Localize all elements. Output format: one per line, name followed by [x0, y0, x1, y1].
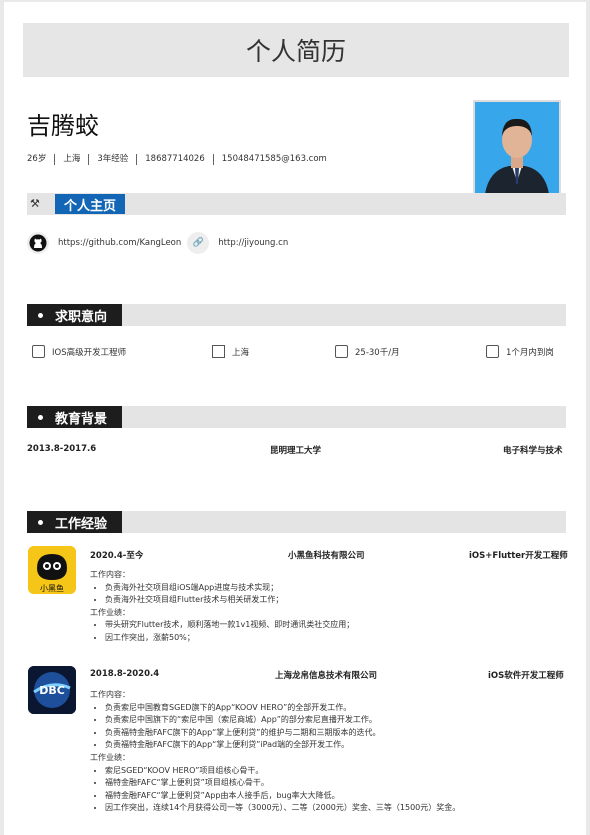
salary-icon	[335, 345, 348, 358]
svg-text:DBC: DBC	[39, 684, 65, 697]
section-education-title: 教育背景	[27, 406, 122, 428]
website-link-icon: 🔗	[187, 232, 210, 254]
job2-period: 2018.8-2020.4	[90, 669, 160, 679]
list-item: 福特金融FAFC“掌上便利贷”项目组核心骨干。	[105, 777, 460, 790]
list-item: 索尼SGED“KOOV HERO”项目组核心骨干。	[105, 765, 460, 778]
job1-result-label: 工作业绩：	[90, 607, 130, 617]
job2-content-list: 负责索尼中国教育SGED旗下的App“KOOV HERO”的全部开发工作。 负责…	[90, 702, 460, 752]
list-item: 负责福特金融FAFC旗下的App“掌上便利贷”iPad端的全部开发工作。	[105, 739, 460, 752]
resume-page: 个人简历 吉腾蛟 26岁 上海 3年经验 18687714026 1504847…	[4, 2, 586, 835]
position-icon	[32, 345, 45, 358]
homepage-links: https://github.com/KangLeon 🔗 http://jiy…	[27, 232, 288, 254]
candidate-name: 吉腾蛟	[27, 112, 99, 140]
job1-period: 2020.4-至今	[90, 551, 144, 561]
section-education: 教育背景	[27, 406, 566, 428]
job2-company: 上海龙帛信息技术有限公司	[275, 671, 378, 681]
job2-content-label: 工作内容：	[90, 690, 130, 699]
basic-info: 26岁 上海 3年经验 18687714026 15048471585@163.…	[27, 154, 335, 165]
age: 26岁	[27, 154, 47, 164]
list-item: 负责海外社交项目组iOS端App进度与技术实现；	[105, 582, 354, 595]
job2-result-label: 工作业绩：	[90, 752, 130, 762]
section-homepage-title: 个人主页	[55, 194, 125, 214]
list-item: 带头研究Flutter技术，顺利落地一款1v1视频、即时通讯类社交应用；	[105, 619, 354, 632]
banner-title: 个人简历	[23, 23, 569, 77]
list-item: 福特金融FAFC“掌上便利贷”App由本人接手后，bug率大大降低。	[105, 790, 460, 803]
intent-salary: 25-30千/月	[335, 345, 400, 358]
education-period: 2013.8-2017.6	[27, 444, 97, 454]
svg-text:小黑鱼: 小黑鱼	[40, 583, 64, 593]
list-item: 因工作突出，涨薪50%；	[105, 632, 354, 645]
list-item: 负责索尼中国教育SGED旗下的App“KOOV HERO”的全部开发工作。	[105, 702, 460, 715]
section-intent-title: 求职意向	[27, 304, 122, 326]
city: 上海	[54, 154, 88, 165]
intent-availability: 1个月内到岗	[486, 345, 554, 358]
phone: 18687714026	[136, 154, 213, 165]
job2-title: iOS软件开发工程师	[488, 671, 564, 681]
job2-result-list: 索尼SGED“KOOV HERO”项目组核心骨干。 福特金融FAFC“掌上便利贷…	[90, 765, 460, 815]
email: 15048471585@163.com	[212, 154, 335, 165]
list-item: 因工作突出，连续14个月获得公司一等（3000元）、二等（2000元）奖金、三等…	[105, 802, 460, 815]
section-work-title: 工作经验	[27, 511, 122, 533]
section-intent: 求职意向	[27, 304, 566, 326]
list-item: 负责索尼中国旗下的“索尼中国（索尼商城）App”的部分索尼直播开发工作。	[105, 714, 460, 727]
link-icon: ⚒	[30, 197, 40, 210]
intent-city: 上海	[212, 345, 249, 358]
section-homepage: ⚒ 个人主页	[27, 193, 566, 215]
company-logo-xiaoheiyu: 小黑鱼	[28, 546, 76, 594]
job1-content-label: 工作内容：	[90, 570, 130, 579]
education-major: 电子科学与技术	[503, 446, 563, 456]
job1-title: iOS+Flutter开发工程师	[469, 551, 568, 561]
github-link[interactable]: https://github.com/KangLeon	[58, 238, 181, 248]
building-icon	[212, 345, 225, 358]
job2-details: 工作内容： 负责索尼中国教育SGED旗下的App“KOOV HERO”的全部开发…	[90, 689, 460, 815]
website-link[interactable]: http://jiyoung.cn	[218, 238, 288, 248]
company-logo-dbc: DBC	[28, 666, 76, 714]
profile-photo	[473, 100, 561, 196]
experience: 3年经验	[88, 154, 136, 165]
education-school: 昆明理工大学	[270, 446, 322, 456]
github-icon	[27, 232, 49, 254]
list-item: 负责海外社交项目组Flutter技术与相关研发工作；	[105, 594, 354, 607]
calendar-icon	[486, 345, 499, 358]
job1-result-list: 带头研究Flutter技术，顺利落地一款1v1视频、即时通讯类社交应用； 因工作…	[90, 619, 354, 644]
job1-details: 工作内容： 负责海外社交项目组iOS端App进度与技术实现； 负责海外社交项目组…	[90, 569, 354, 645]
list-item: 负责福特金融FAFC旗下的App“掌上便利贷”的维护与二期和三期版本的迭代。	[105, 727, 460, 740]
job1-company: 小黑鱼科技有限公司	[288, 551, 365, 561]
job1-content-list: 负责海外社交项目组iOS端App进度与技术实现； 负责海外社交项目组Flutte…	[90, 582, 354, 607]
intent-position: IOS高级开发工程师	[32, 345, 126, 358]
section-work: 工作经验	[27, 511, 566, 533]
